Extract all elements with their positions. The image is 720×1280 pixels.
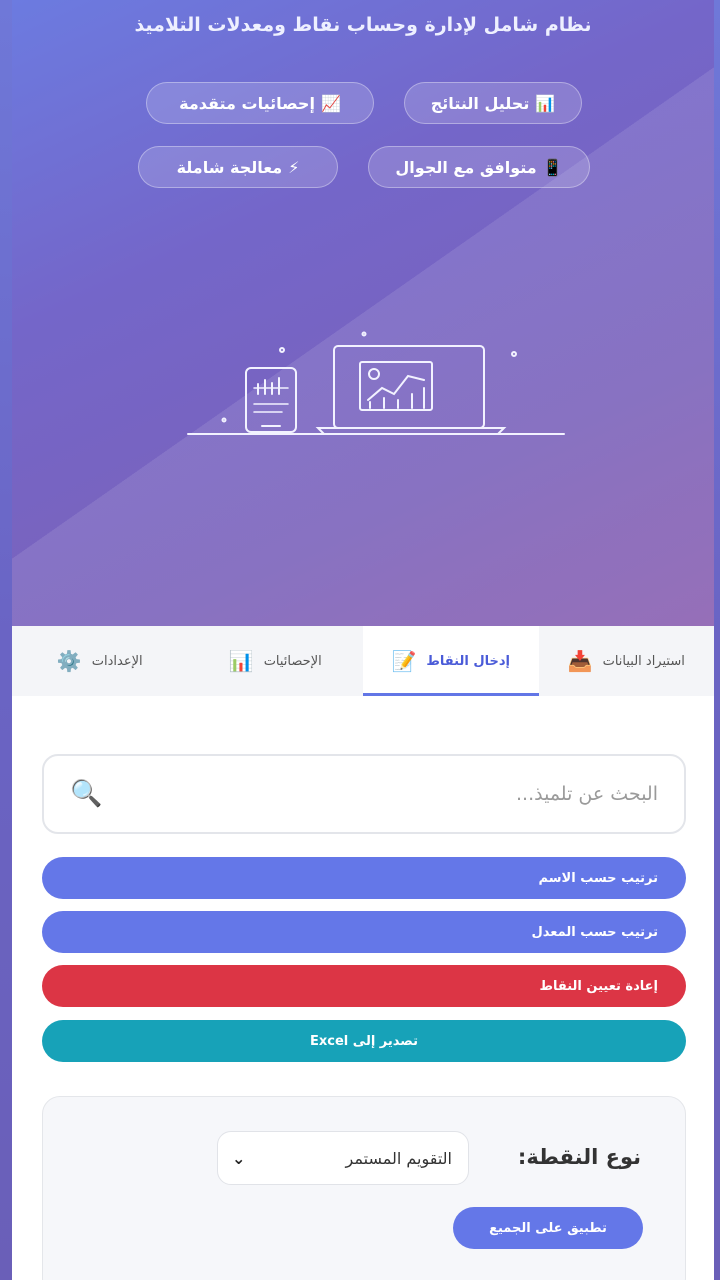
apply-to-all-button[interactable]: تطبيق على الجميع xyxy=(453,1207,643,1249)
export-excel-button[interactable]: تصدير إلى Excel xyxy=(42,1020,686,1062)
trend-chart-icon: 📈 xyxy=(320,93,341,113)
gear-icon: ⚙️ xyxy=(56,649,82,673)
import-icon: 📥 xyxy=(567,649,593,673)
feature-label: إحصائيات متقدمة xyxy=(179,93,315,113)
student-search-box: 🔍 xyxy=(42,754,686,834)
edit-note-icon: 📝 xyxy=(391,649,417,673)
grade-type-label: نوع النقطة: xyxy=(517,1145,641,1169)
lightning-icon: ⚡ xyxy=(288,157,300,177)
sort-by-average-button[interactable]: ترتيب حسب المعدل xyxy=(42,911,686,953)
feature-label: معالجة شاملة xyxy=(176,157,283,177)
mobile-icon: 📱 xyxy=(542,157,563,177)
tab-label: استيراد البيانات xyxy=(602,653,685,669)
feature-badge-analysis: 📊 تحليل النتائج xyxy=(404,82,582,124)
feature-badge-mobile: 📱 متوافق مع الجوال xyxy=(368,146,590,188)
devices-illustration xyxy=(187,331,565,435)
sort-by-name-button[interactable]: ترتيب حسب الاسم xyxy=(42,857,686,899)
feature-label: متوافق مع الجوال xyxy=(395,157,537,177)
tab-statistics[interactable]: الإحصائيات 📊 xyxy=(188,626,364,696)
tab-grade-entry[interactable]: إدخال النقاط 📝 xyxy=(363,626,539,696)
stats-chart-icon: 📊 xyxy=(228,649,254,673)
tab-import[interactable]: استيراد البيانات 📥 xyxy=(539,626,715,696)
feature-badge-processing: ⚡ معالجة شاملة xyxy=(138,146,338,188)
reset-grades-button[interactable]: إعادة تعيين النقاط xyxy=(42,965,686,1007)
grade-type-card: نوع النقطة: التقويم المستمر ⌄ تطبيق على … xyxy=(42,1096,686,1280)
tab-bar: استيراد البيانات 📥 إدخال النقاط 📝 الإحصا… xyxy=(12,626,714,696)
grade-type-selected: التقويم المستمر xyxy=(345,1148,452,1168)
student-search-input[interactable] xyxy=(110,783,658,805)
tab-label: الإعدادات xyxy=(91,653,143,669)
tab-label: الإحصائيات xyxy=(263,653,322,669)
feature-badge-statistics: 📈 إحصائيات متقدمة xyxy=(146,82,374,124)
chevron-down-icon: ⌄ xyxy=(232,1148,246,1168)
feature-label: تحليل النتائج xyxy=(430,93,530,113)
grade-type-select[interactable]: التقويم المستمر ⌄ xyxy=(217,1131,469,1185)
app-frame: نظام شامل لإدارة وحساب نقاط ومعدلات التل… xyxy=(12,0,714,1280)
app-subtitle: نظام شامل لإدارة وحساب نقاط ومعدلات التل… xyxy=(134,14,592,36)
bar-chart-icon: 📊 xyxy=(535,93,556,113)
tab-settings[interactable]: الإعدادات ⚙️ xyxy=(12,626,188,696)
hero-header: نظام شامل لإدارة وحساب نقاط ومعدلات التل… xyxy=(12,0,714,626)
search-icon[interactable]: 🔍 xyxy=(70,779,102,809)
tab-label: إدخال النقاط xyxy=(426,653,510,669)
